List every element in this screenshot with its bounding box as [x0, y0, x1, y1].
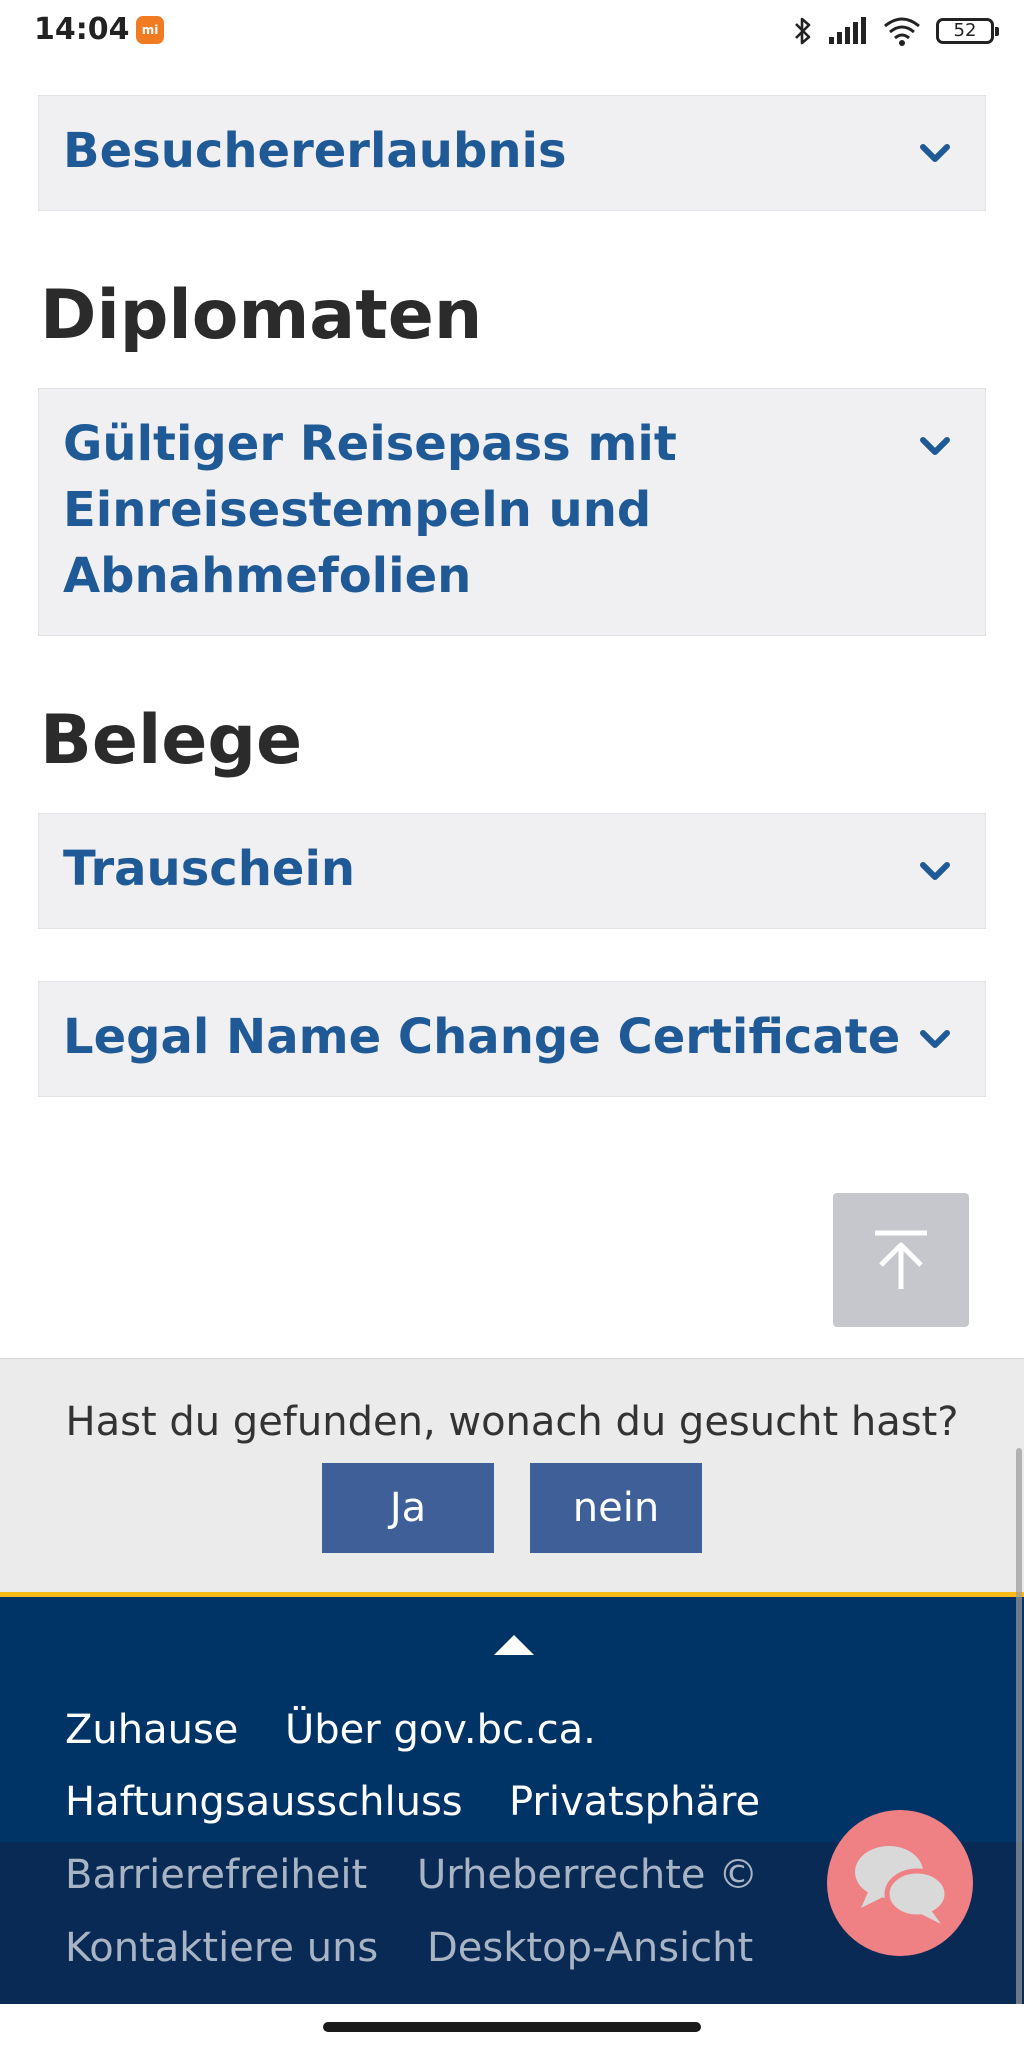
bluetooth-icon — [795, 17, 811, 45]
caret-up-icon[interactable] — [494, 1633, 534, 1657]
accordion-label: Besuchererlaubnis — [63, 123, 567, 179]
feedback-question: Hast du gefunden, wonach du gesucht hast… — [65, 1399, 959, 1445]
battery-icon: 52 — [936, 18, 999, 44]
section-heading-diplomats: Diplomaten — [40, 276, 483, 355]
mi-app-icon: mi — [136, 16, 164, 44]
accordion-visitor-permit[interactable]: Besuchererlaubnis — [38, 95, 986, 211]
arrow-up-icon — [875, 1230, 927, 1289]
section-heading-documents: Belege — [40, 701, 303, 780]
status-time: 14:04 — [34, 12, 130, 47]
accordion-label: Gültiger Reisepass mit Einreisestempeln … — [63, 411, 883, 609]
chevron-down-icon — [920, 1030, 950, 1048]
feedback-panel: Hast du gefunden, wonach du gesucht hast… — [0, 1358, 1024, 1592]
footer-link-accessibility[interactable]: Barrierefreiheit — [65, 1852, 367, 1898]
footer-link-disclaimer[interactable]: Haftungsausschluss — [65, 1779, 463, 1825]
wifi-icon — [884, 17, 920, 46]
accordion-marriage-certificate[interactable]: Trauschein — [38, 813, 986, 929]
navigation-gesture-area — [0, 2004, 1024, 2048]
chevron-down-icon — [920, 437, 950, 455]
footer-link-about[interactable]: Über gov.bc.ca. — [285, 1707, 596, 1753]
chat-button[interactable] — [827, 1810, 973, 1956]
status-icons: 52 — [792, 12, 999, 50]
feedback-yes-button[interactable]: Ja — [322, 1463, 494, 1553]
footer-link-desktop-view[interactable]: Desktop-Ansicht — [427, 1925, 753, 1971]
footer-link-contact[interactable]: Kontaktiere uns — [65, 1925, 378, 1971]
footer-link-privacy[interactable]: Privatsphäre — [509, 1779, 760, 1825]
accordion-label-line: Gültiger Reisepass mit — [63, 416, 677, 472]
accordion-label: Trauschein — [63, 841, 356, 897]
accordion-label-line: Abnahmefolien — [63, 548, 472, 604]
feedback-no-button[interactable]: nein — [530, 1463, 702, 1553]
footer-link-home[interactable]: Zuhause — [65, 1707, 238, 1753]
page: 14:04 mi 52 Besuchererlaubnis Diplomaten… — [0, 0, 1024, 2048]
chevron-down-icon — [920, 144, 950, 162]
chevron-down-icon — [920, 862, 950, 880]
signal-icon — [829, 17, 866, 44]
scrollbar[interactable] — [1016, 1448, 1022, 2008]
accordion-label: Legal Name Change Certificate — [63, 1009, 901, 1065]
battery-level: 52 — [953, 20, 977, 41]
accordion-name-change-certificate[interactable]: Legal Name Change Certificate — [38, 981, 986, 1097]
footer-link-copyright[interactable]: Urheberrechte © — [417, 1852, 758, 1898]
accordion-valid-passport[interactable]: Gültiger Reisepass mit Einreisestempeln … — [38, 388, 986, 636]
gesture-handle[interactable] — [323, 2022, 701, 2032]
chat-bubbles-icon — [855, 1846, 950, 1924]
status-bar: 14:04 mi 52 — [0, 0, 1024, 64]
accordion-label-line: Einreisestempeln und — [63, 482, 652, 538]
back-to-top-button[interactable] — [833, 1193, 969, 1327]
